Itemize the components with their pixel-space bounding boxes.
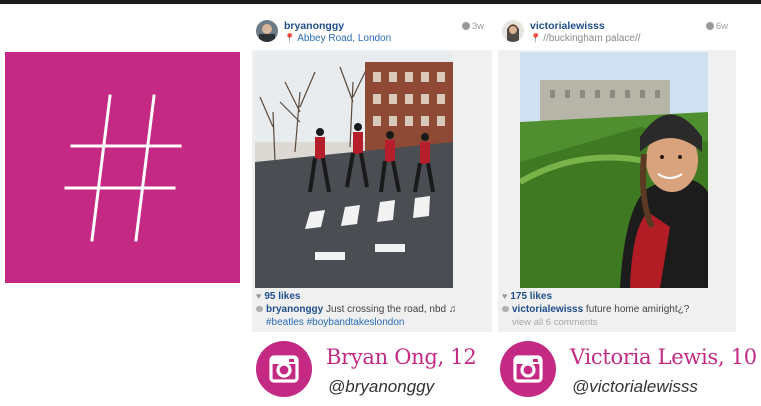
hashtag-icon: [64, 93, 181, 242]
post-caption: victorialewisss future home amiright¿?: [502, 304, 689, 315]
view-all-comments-link[interactable]: view all 6 comments: [512, 317, 598, 328]
caption-text: future home amiright¿?: [583, 304, 690, 315]
post-header: victorialewisss 📍//buckingham palace// 6…: [498, 14, 736, 50]
location-pin-icon: 📍: [530, 33, 542, 43]
likes-text: 175 likes: [510, 291, 553, 302]
post-location[interactable]: 📍//buckingham palace//: [530, 33, 641, 44]
post-location[interactable]: 📍 Abbey Road, London: [284, 33, 391, 44]
location-pin-icon: 📍: [284, 33, 296, 43]
credit-handle: @victorialewisss: [572, 377, 698, 396]
abbey-road-crossing-photo: [255, 52, 453, 288]
buckingham-palace-selfie-photo: [520, 52, 708, 288]
credit-handle: @bryanonggy: [328, 377, 435, 396]
clock-icon: [461, 22, 470, 30]
age-text: 6w: [715, 21, 728, 32]
likes-count[interactable]: ♥ 175 likes: [502, 291, 552, 302]
post-age: 6w: [705, 21, 728, 32]
instagram-post-bryan: bryanonggy 📍 Abbey Road, London 3w ♥ 95 …: [252, 14, 492, 332]
heart-icon: ♥: [502, 291, 508, 301]
caption-username[interactable]: bryanonggy: [266, 304, 323, 315]
post-age: 3w: [461, 21, 484, 32]
caption-text: Just crossing the road, nbd ♫: [323, 304, 457, 315]
location-text: Abbey Road, London: [297, 33, 392, 44]
credit-name: Bryan Ong, 12: [326, 345, 477, 369]
avatar[interactable]: [502, 20, 524, 42]
likes-text: 95 likes: [264, 291, 301, 302]
instagram-post-victoria: victorialewisss 📍//buckingham palace// 6…: [498, 14, 736, 332]
age-text: 3w: [471, 21, 484, 32]
clock-icon: [705, 22, 714, 30]
credit-name: Victoria Lewis, 10: [570, 345, 757, 369]
location-text: //buckingham palace//: [543, 33, 641, 44]
avatar[interactable]: [256, 20, 278, 42]
comment-icon: [502, 306, 509, 312]
hashtag-panel: [5, 52, 240, 283]
post-username[interactable]: bryanonggy: [284, 20, 344, 32]
comment-icon: [256, 306, 263, 312]
instagram-icon: [500, 341, 556, 397]
top-rule: [0, 0, 761, 4]
instagram-icon: [256, 341, 312, 397]
post-header: bryanonggy 📍 Abbey Road, London 3w: [252, 14, 492, 50]
post-username[interactable]: victorialewisss: [530, 20, 605, 32]
caption-username[interactable]: victorialewisss: [512, 304, 583, 315]
likes-count[interactable]: ♥ 95 likes: [256, 291, 301, 302]
heart-icon: ♥: [256, 291, 262, 301]
post-caption: bryanonggy Just crossing the road, nbd ♫: [256, 304, 456, 315]
post-hashtags[interactable]: #beatles #boybandtakeslondon: [266, 317, 404, 328]
